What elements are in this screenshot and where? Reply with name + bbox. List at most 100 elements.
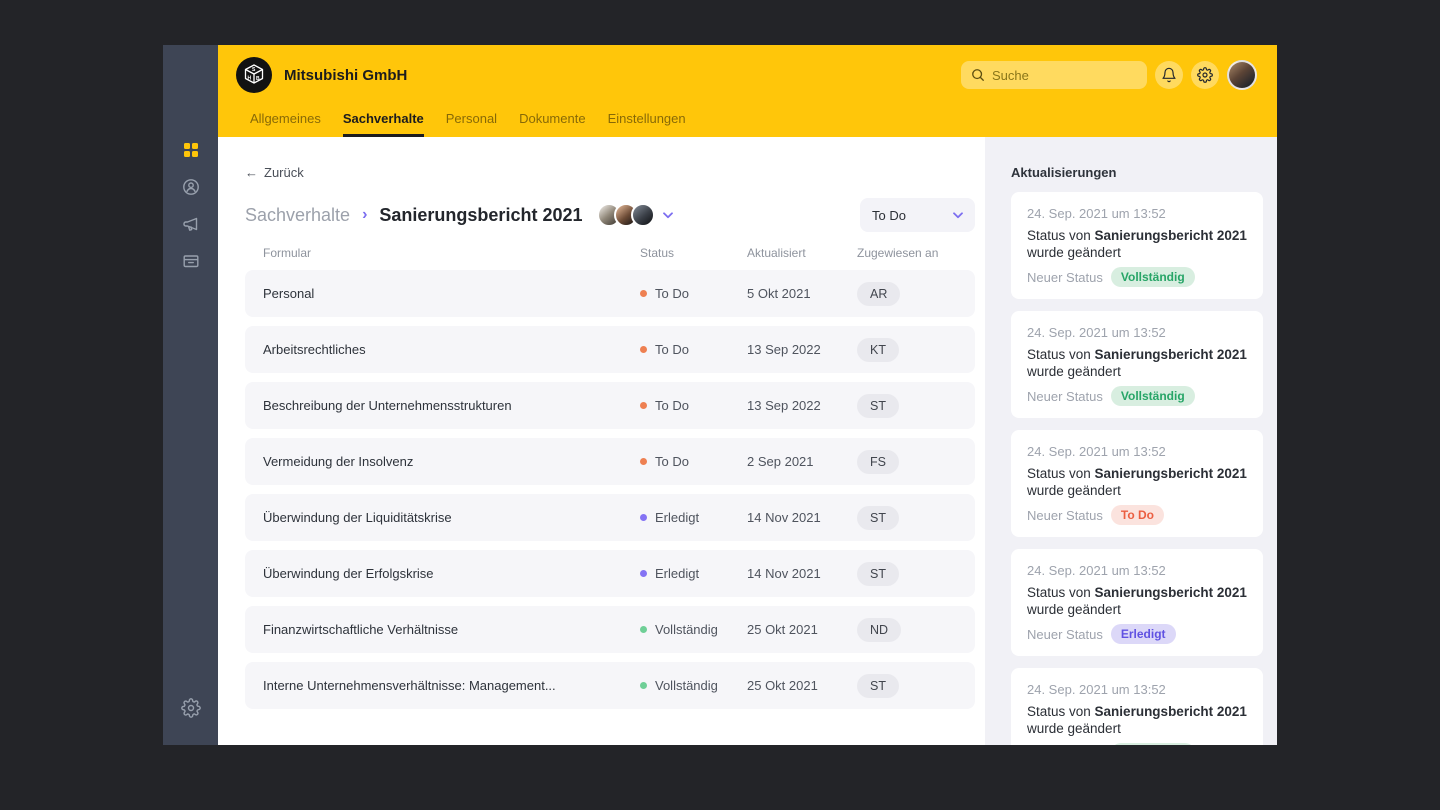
status-cell: Erledigt	[640, 510, 747, 525]
breadcrumb-parent[interactable]: Sachverhalte	[245, 205, 350, 226]
status-filter-value: To Do	[872, 207, 906, 223]
status-dot-icon	[640, 514, 647, 521]
search-box[interactable]	[961, 61, 1147, 89]
update-subject: Sanierungsbericht 2021	[1094, 585, 1247, 600]
status-label: To Do	[655, 398, 689, 413]
table-row[interactable]: Überwindung der Erfolgskrise Erledigt 14…	[245, 550, 975, 597]
assignee-avatars[interactable]	[596, 203, 655, 227]
svg-text:H: H	[248, 76, 252, 82]
update-subject: Sanierungsbericht 2021	[1094, 466, 1247, 481]
search-icon	[972, 69, 984, 81]
status-badge: Vollständig	[1110, 267, 1195, 287]
back-arrow-icon: ←	[245, 165, 258, 180]
updated-date: 13 Sep 2022	[747, 342, 821, 357]
update-status-row: Neuer Status Vollständig	[1027, 386, 1247, 406]
status-label: To Do	[655, 454, 689, 469]
form-name: Arbeitsrechtliches	[263, 342, 366, 357]
updated-date: 5 Okt 2021	[747, 286, 811, 301]
icon-rail	[163, 45, 218, 745]
topbar: SHB Mitsubishi GmbH Suche Allgemeines Sa…	[218, 45, 1277, 137]
form-name: Überwindung der Liquiditätskrise	[263, 510, 452, 525]
update-timestamp: 24. Sep. 2021 um 13:52	[1027, 206, 1166, 221]
table-row[interactable]: Vermeidung der Insolvenz To Do 2 Sep 202…	[245, 438, 975, 485]
update-text: Status von Sanierungsbericht 2021 wurde …	[1027, 347, 1247, 379]
gear-icon[interactable]	[1191, 61, 1219, 89]
table-row[interactable]: Arbeitsrechtliches To Do 13 Sep 2022 KT	[245, 326, 975, 373]
breadcrumb: Sachverhalte › Sanierungsbericht 2021 To…	[245, 198, 975, 232]
table-header: Formular Status Aktualisiert Zugewiesen …	[245, 246, 975, 260]
back-label: Zurück	[264, 165, 304, 180]
bell-icon[interactable]	[1155, 61, 1183, 89]
status-label: Erledigt	[655, 510, 700, 525]
assignee-badge: FS	[857, 449, 899, 474]
app-window: SHB Mitsubishi GmbH Suche Allgemeines Sa…	[163, 45, 1277, 745]
updated-date: 14 Nov 2021	[747, 510, 821, 525]
column-zugewiesen: Zugewiesen an	[857, 246, 939, 260]
table-row[interactable]: Überwindung der Liquiditätskrise Erledig…	[245, 494, 975, 541]
update-text: Status von Sanierungsbericht 2021 wurde …	[1027, 228, 1247, 260]
table-row[interactable]: Finanzwirtschaftliche Verhältnisse Volls…	[245, 606, 975, 653]
status-cell: Erledigt	[640, 566, 747, 581]
tab-sachverhalte[interactable]: Sachverhalte	[342, 105, 424, 137]
update-timestamp: 24. Sep. 2021 um 13:52	[1027, 682, 1166, 697]
update-text: Status von Sanierungsbericht 2021 wurde …	[1027, 704, 1247, 736]
new-status-label: Neuer Status	[1027, 507, 1103, 523]
update-subject: Sanierungsbericht 2021	[1094, 704, 1247, 719]
update-text: Status von Sanierungsbericht 2021 wurde …	[1027, 585, 1247, 617]
form-name: Personal	[263, 286, 315, 301]
form-name: Überwindung der Erfolgskrise	[263, 566, 434, 581]
new-status-label: Neuer Status	[1027, 626, 1103, 642]
update-card: 24. Sep. 2021 um 13:52 Status von Sanier…	[1011, 549, 1263, 656]
update-card: 24. Sep. 2021 um 13:52 Status von Sanier…	[1011, 668, 1263, 745]
status-dot-icon	[640, 346, 647, 353]
updates-title: Aktualisierungen	[1011, 165, 1117, 180]
update-card: 24. Sep. 2021 um 13:52 Status von Sanier…	[1011, 311, 1263, 418]
form-name: Beschreibung der Unternehmensstrukturen	[263, 398, 512, 413]
profile-avatar[interactable]	[1227, 60, 1257, 90]
company-logo: SHB	[236, 57, 272, 93]
back-link[interactable]: ← Zurück	[245, 165, 304, 180]
dashboard-grid-icon[interactable]	[180, 139, 202, 161]
updates-panel: Aktualisierungen 24. Sep. 2021 um 13:52 …	[985, 137, 1277, 745]
status-badge: To Do	[1110, 505, 1164, 525]
tab-dokumente[interactable]: Dokumente	[519, 105, 585, 137]
table-row[interactable]: Interne Unternehmensverhältnisse: Manage…	[245, 662, 975, 709]
update-subject: Sanierungsbericht 2021	[1094, 228, 1247, 243]
assignee-badge: ST	[857, 393, 899, 418]
status-cell: Vollständig	[640, 622, 747, 637]
tab-allgemeines[interactable]: Allgemeines	[250, 105, 321, 137]
update-text: Status von Sanierungsbericht 2021 wurde …	[1027, 466, 1247, 498]
status-label: Erledigt	[655, 566, 700, 581]
chevron-right-icon: ›	[362, 206, 368, 223]
table-row[interactable]: Beschreibung der Unternehmensstrukturen …	[245, 382, 975, 429]
status-cell: To Do	[640, 398, 747, 413]
assignee-badge: ST	[857, 505, 899, 530]
form-name: Vermeidung der Insolvenz	[263, 454, 414, 469]
table-row[interactable]: Personal To Do 5 Okt 2021 AR	[245, 270, 975, 317]
tab-einstellungen[interactable]: Einstellungen	[608, 105, 686, 137]
assignee-avatar	[630, 203, 655, 227]
update-timestamp: 24. Sep. 2021 um 13:52	[1027, 563, 1166, 578]
updated-date: 14 Nov 2021	[747, 566, 821, 581]
settings-gear-icon[interactable]	[180, 697, 202, 719]
status-cell: To Do	[640, 286, 747, 301]
status-label: To Do	[655, 286, 689, 301]
status-dot-icon	[640, 626, 647, 633]
chevron-down-icon[interactable]	[662, 211, 673, 219]
update-timestamp: 24. Sep. 2021 um 13:52	[1027, 444, 1166, 459]
updated-date: 2 Sep 2021	[747, 454, 814, 469]
status-dot-icon	[640, 682, 647, 689]
assignee-badge: ST	[857, 673, 899, 698]
tab-personal[interactable]: Personal	[446, 105, 497, 137]
status-filter-dropdown[interactable]: To Do	[860, 198, 975, 232]
archive-box-icon[interactable]	[180, 250, 202, 272]
search-input[interactable]	[992, 67, 1137, 83]
megaphone-icon[interactable]	[180, 213, 202, 235]
column-status: Status	[640, 246, 675, 260]
new-status-label: Neuer Status	[1027, 388, 1103, 404]
form-name: Interne Unternehmensverhältnisse: Manage…	[263, 678, 556, 693]
user-circle-icon[interactable]	[180, 176, 202, 198]
form-table: Personal To Do 5 Okt 2021 AR Arbeitsrech…	[245, 270, 975, 709]
column-formular: Formular	[263, 246, 312, 260]
status-cell: To Do	[640, 342, 747, 357]
